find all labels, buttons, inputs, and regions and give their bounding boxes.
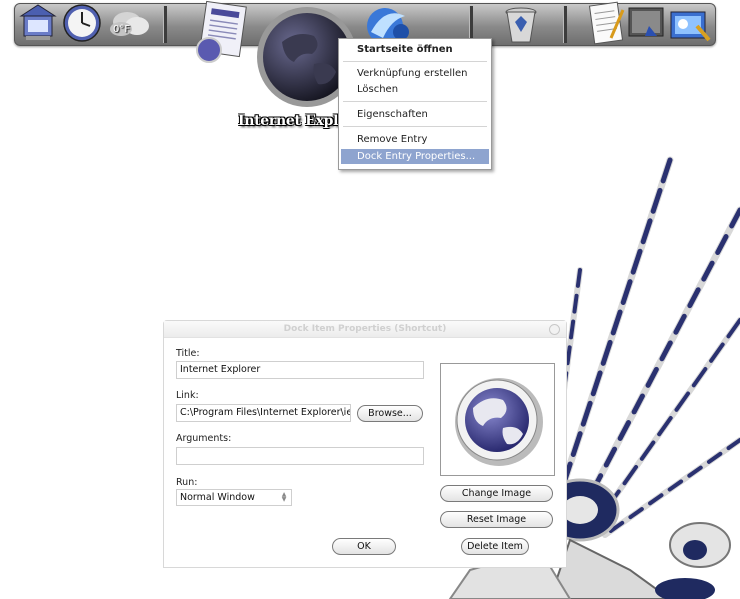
- network-icon[interactable]: [667, 4, 713, 46]
- link-label: Link:: [176, 390, 199, 401]
- clock-icon[interactable]: [61, 2, 103, 44]
- dock-item-properties-dialog: Dock Item Properties (Shortcut) Title: I…: [163, 320, 567, 568]
- menu-item-open-homepage[interactable]: Startseite öffnen: [341, 42, 489, 57]
- recycle-bin-icon[interactable]: [499, 2, 543, 46]
- dock-separator: [563, 6, 567, 43]
- menu-separator: [343, 126, 487, 127]
- menu-item-properties[interactable]: Eigenschaften: [341, 107, 489, 122]
- run-select[interactable]: Normal Window ▲ ▼: [176, 489, 292, 506]
- weather-temperature: 0°F: [113, 24, 131, 35]
- ok-button[interactable]: OK: [332, 538, 396, 555]
- menu-separator: [343, 101, 487, 102]
- notepad-icon[interactable]: [587, 0, 627, 46]
- menu-item-create-shortcut[interactable]: Verknüpfung erstellen: [341, 66, 489, 81]
- menu-item-dock-entry-properties[interactable]: Dock Entry Properties...: [341, 149, 489, 164]
- reset-image-button[interactable]: Reset Image: [440, 511, 553, 528]
- close-button[interactable]: [549, 324, 560, 335]
- weather-icon[interactable]: [107, 2, 153, 44]
- screen-icon[interactable]: [627, 6, 667, 42]
- menu-item-remove-entry[interactable]: Remove Entry: [341, 132, 489, 147]
- context-menu: Startseite öffnen Verknüpfung erstellen …: [338, 38, 492, 170]
- link-field[interactable]: C:\Program Files\Internet Explorer\iexpl: [176, 404, 351, 422]
- browse-button[interactable]: Browse...: [357, 405, 423, 422]
- run-select-value: Normal Window: [180, 492, 255, 503]
- dialog-title[interactable]: Dock Item Properties (Shortcut): [164, 321, 566, 338]
- dock-hover-label: Internet Expl: [238, 113, 339, 129]
- title-label: Title:: [176, 348, 200, 359]
- dock-separator: [163, 6, 167, 43]
- delete-item-button[interactable]: Delete Item: [461, 538, 529, 555]
- menu-separator: [343, 61, 487, 62]
- stepper-arrows-icon: ▲ ▼: [281, 491, 287, 503]
- arguments-label: Arguments:: [176, 433, 232, 444]
- globe-icon: [455, 378, 543, 466]
- document-icon[interactable]: [189, 0, 255, 66]
- menu-item-delete[interactable]: Löschen: [341, 82, 489, 97]
- icon-preview: [440, 363, 555, 476]
- arguments-field[interactable]: [176, 447, 424, 465]
- computer-icon[interactable]: [17, 2, 59, 44]
- change-image-button[interactable]: Change Image: [440, 485, 553, 502]
- title-field[interactable]: Internet Explorer: [176, 361, 424, 379]
- run-label: Run:: [176, 477, 198, 488]
